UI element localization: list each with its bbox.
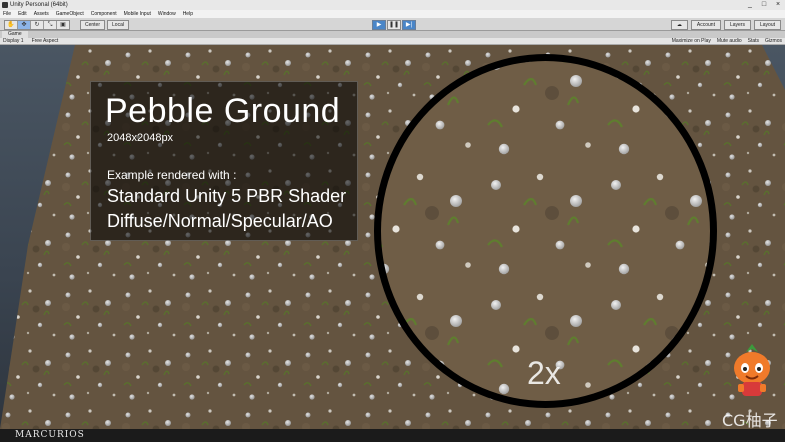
texture-resolution: 2048x2048px (107, 132, 174, 144)
menu-mobile-input[interactable]: Mobile Input (124, 10, 151, 18)
maximize-button[interactable]: □ (759, 0, 769, 10)
brand-bar: MARCURIOS (0, 429, 785, 442)
maximize-on-play-toggle[interactable]: Maximize on Play (672, 38, 711, 45)
mascot-logo-icon (734, 344, 770, 396)
cloud-icon[interactable]: ☁ (670, 20, 688, 30)
site-watermark: CG柚子 (722, 411, 778, 429)
play-button-icon[interactable]: ▶ (372, 20, 386, 30)
rect-tool-icon[interactable]: ▣ (57, 21, 69, 29)
mute-audio-toggle[interactable]: Mute audio (717, 38, 742, 45)
hand-tool-icon[interactable]: ✋ (5, 21, 18, 29)
window-title: Unity Personal (64bit) (10, 2, 68, 8)
zoom-factor-label: 2x (527, 355, 561, 391)
material-title: Pebble Ground (105, 92, 341, 130)
game-tab-bar: Game (0, 31, 785, 38)
transform-tools: ✋ ✥ ↻ ⤡ ▣ (4, 20, 70, 30)
display-dropdown[interactable]: Display 1 (3, 38, 24, 45)
shader-name: Standard Unity 5 PBR Shader (107, 186, 347, 206)
menu-bar: File Edit Assets GameObject Component Mo… (0, 10, 785, 18)
window-titlebar: Unity Personal (64bit) _ □ × (0, 0, 785, 10)
info-panel: Pebble Ground 2048x2048px Example render… (90, 81, 358, 241)
menu-window[interactable]: Window (158, 10, 176, 18)
tab-game[interactable]: Game (2, 31, 28, 38)
menu-assets[interactable]: Assets (34, 10, 49, 18)
game-viewport[interactable]: Pebble Ground 2048x2048px Example render… (0, 45, 785, 429)
scale-tool-icon[interactable]: ⤡ (44, 21, 57, 29)
menu-file[interactable]: File (3, 10, 11, 18)
close-button[interactable]: × (773, 0, 783, 10)
pivot-local-button[interactable]: Local (107, 20, 129, 30)
window-controls: _ □ × (745, 0, 783, 10)
step-button-icon[interactable]: ▶| (402, 20, 416, 30)
right-toolbar: ☁ Account Layers Layout (670, 20, 781, 30)
pivot-controls: Center Local (80, 20, 129, 30)
stats-toggle[interactable]: Stats (748, 38, 759, 45)
pause-button-icon[interactable]: ❚❚ (387, 20, 401, 30)
unity-logo-icon (2, 2, 8, 8)
account-dropdown[interactable]: Account (690, 20, 721, 30)
game-view-toolbar: Display 1 Free Aspect Maximize on Play M… (0, 38, 785, 45)
brand-name: MARCURIOS (15, 430, 85, 440)
gizmos-dropdown[interactable]: Gizmos (765, 38, 782, 45)
menu-component[interactable]: Component (91, 10, 117, 18)
menu-edit[interactable]: Edit (18, 10, 27, 18)
layers-dropdown[interactable]: Layers (723, 20, 751, 30)
example-label: Example rendered with : (107, 168, 237, 182)
pivot-center-button[interactable]: Center (80, 20, 106, 30)
aspect-dropdown[interactable]: Free Aspect (32, 38, 59, 45)
move-tool-icon[interactable]: ✥ (18, 21, 31, 29)
menu-gameobject[interactable]: GameObject (56, 10, 84, 18)
menu-help[interactable]: Help (183, 10, 193, 18)
main-toolbar: ✋ ✥ ↻ ⤡ ▣ Center Local ▶ ❚❚ ▶| ☁ Account… (0, 18, 785, 31)
play-controls: ▶ ❚❚ ▶| (372, 20, 417, 30)
texture-maps: Diffuse/Normal/Specular/AO (107, 211, 333, 231)
rotate-tool-icon[interactable]: ↻ (31, 21, 44, 29)
layout-dropdown[interactable]: Layout (753, 20, 781, 30)
minimize-button[interactable]: _ (745, 0, 755, 10)
